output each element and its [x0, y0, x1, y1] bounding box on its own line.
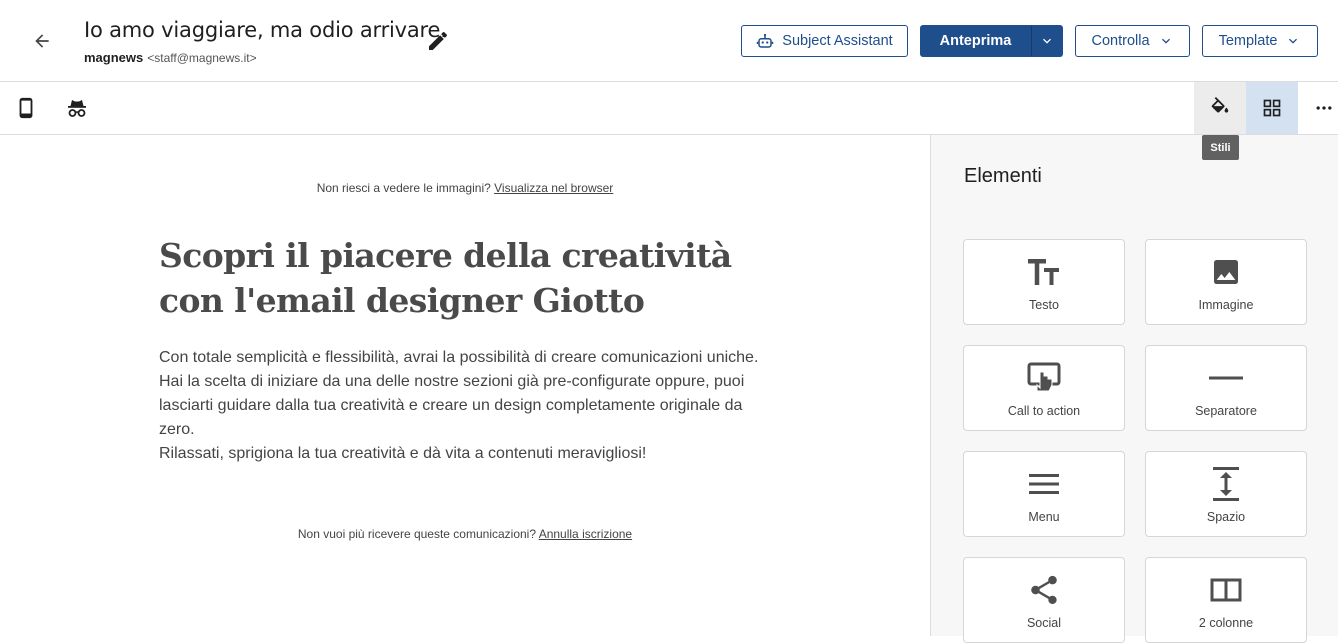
incognito-icon [68, 100, 86, 117]
element-label: Social [1026, 616, 1062, 630]
preview-button[interactable]: Anteprima [920, 25, 1031, 57]
check-label: Controlla [1091, 33, 1150, 49]
paint-bucket-icon [1211, 97, 1229, 113]
element-label: Immagine [1198, 298, 1254, 312]
chevron-down-icon [1043, 38, 1051, 44]
element-label: Separatore [1195, 404, 1257, 418]
spacer-icon [1213, 467, 1239, 501]
unsubscribe-link[interactable]: Annulla iscrizione [539, 527, 632, 541]
header-bar: Io amo viaggiare, ma odio arrivare. magn… [0, 0, 1338, 82]
template-label: Template [1218, 33, 1278, 49]
preheader: Non riesci a vedere le immagini? Visuali… [0, 181, 930, 195]
panel-title: Elementi [964, 165, 1042, 187]
menu-icon [1029, 474, 1059, 494]
element-tile-call-to-action[interactable]: Call to action [963, 345, 1125, 431]
subject-assistant-label: Subject Assistant [782, 33, 893, 49]
body-paragraph: Con totale semplicità e flessibilità, av… [159, 349, 759, 366]
editor-toolbar [0, 82, 1338, 135]
headline-line: con l'email designer Giotto [159, 281, 645, 320]
two-columns-icon [1210, 578, 1242, 602]
email-footer: Non vuoi più ricevere queste comunicazio… [0, 527, 930, 541]
styles-tooltip: Stili [1202, 135, 1239, 160]
chevron-down-icon [1289, 38, 1298, 44]
element-label: 2 colonne [1198, 616, 1254, 630]
call-to-action-icon [1027, 362, 1061, 392]
sender-name: magnews [84, 50, 144, 65]
element-label: Testo [1029, 298, 1059, 312]
preview-dropdown-button[interactable] [1031, 25, 1063, 57]
share-icon [1031, 575, 1057, 605]
elements-button[interactable] [1246, 82, 1298, 134]
grid-icon [1263, 99, 1281, 117]
sender-email: <staff@magnews.it> [147, 51, 257, 65]
preview-label: Anteprima [939, 33, 1012, 49]
styles-button[interactable] [1194, 82, 1246, 134]
edit-subject-button[interactable] [426, 29, 450, 53]
element-tile-menu[interactable]: Menu [963, 451, 1125, 537]
headline-line: Scopri il piacere della creatività [159, 236, 732, 275]
back-button[interactable] [28, 27, 56, 55]
element-tile-text[interactable]: Testo [963, 239, 1125, 325]
email-body-text[interactable]: Con totale semplicità e flessibilità, av… [159, 346, 759, 466]
element-tile-separator[interactable]: Separatore [1145, 345, 1307, 431]
email-canvas[interactable]: Non riesci a vedere le immagini? Visuali… [0, 135, 930, 636]
element-label: Menu [1028, 510, 1060, 524]
image-icon [1214, 260, 1238, 284]
email-headline[interactable]: Scopri il piacere della creatività con l… [159, 233, 779, 323]
smartphone-icon [19, 97, 33, 119]
preheader-text: Non riesci a vedere le immagini? [316, 181, 491, 195]
pencil-icon [429, 31, 448, 50]
more-options-button[interactable] [1310, 96, 1338, 120]
more-horizontal-icon [1316, 106, 1332, 110]
robot-icon [757, 33, 774, 48]
element-tile-spacer[interactable]: Spazio [1145, 451, 1307, 537]
template-button[interactable]: Template [1202, 25, 1318, 57]
sender-info: magnews <staff@magnews.it> [84, 50, 257, 65]
footer-text: Non vuoi più ricevere queste comunicazio… [297, 527, 537, 541]
elements-panel: Elementi Testo Immagine Call to action S… [930, 135, 1338, 643]
email-subject[interactable]: Io amo viaggiare, ma odio arrivare. [84, 18, 447, 42]
element-tile-two-columns[interactable]: 2 colonne [1145, 557, 1307, 643]
view-in-browser-link[interactable]: Visualizza nel browser [494, 181, 613, 195]
element-tile-social[interactable]: Social [963, 557, 1125, 643]
text-icon [1028, 259, 1059, 285]
subject-assistant-button[interactable]: Subject Assistant [741, 25, 908, 57]
check-button[interactable]: Controlla [1075, 25, 1190, 57]
element-label: Call to action [1007, 404, 1081, 418]
element-tile-image[interactable]: Immagine [1145, 239, 1307, 325]
mobile-view-button[interactable] [12, 94, 40, 122]
body-paragraph: Rilassati, sprigiona la tua creatività e… [159, 445, 647, 462]
element-label: Spazio [1206, 510, 1246, 524]
chevron-down-icon [1161, 38, 1170, 44]
body-paragraph: Hai la scelta di iniziare da una delle n… [159, 373, 745, 438]
separator-icon [1209, 376, 1243, 380]
arrow-back-icon [35, 34, 49, 48]
incognito-button[interactable] [63, 94, 91, 122]
